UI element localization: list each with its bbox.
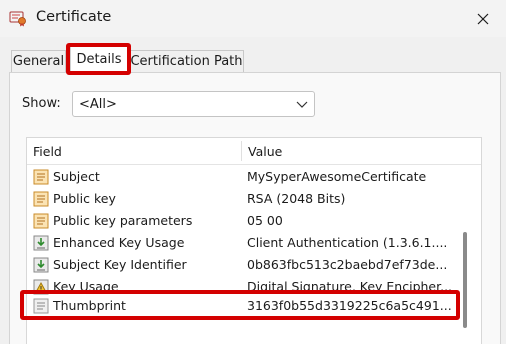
field-value: MySyperAwesomeCertificate — [247, 169, 427, 184]
column-header-field[interactable]: Field — [33, 144, 62, 159]
field-value: 05 00 — [247, 213, 283, 228]
tab-general[interactable]: General — [11, 50, 66, 73]
field-name: Public key — [53, 191, 116, 206]
details-tab-highlight — [66, 43, 131, 75]
show-dropdown[interactable]: <All> — [72, 91, 315, 117]
close-button[interactable] — [460, 0, 506, 37]
cert-field-icon — [33, 191, 49, 207]
field-name: Enhanced Key Usage — [53, 235, 185, 250]
show-label: Show: — [22, 96, 61, 111]
close-icon — [477, 13, 489, 24]
certificate-app-icon — [9, 11, 26, 27]
column-divider[interactable] — [241, 141, 242, 161]
field-value: RSA (2048 Bits) — [247, 191, 346, 206]
field-name: Subject — [53, 169, 100, 184]
field-value: Client Authentication (1.3.6.1.... — [247, 235, 448, 250]
chevron-down-icon — [296, 101, 308, 108]
vertical-scrollbar-thumb[interactable] — [463, 232, 467, 328]
tab-certification-path[interactable]: Certification Path — [129, 50, 244, 73]
cert-field-icon — [33, 169, 49, 185]
show-selected-value: <All> — [79, 97, 117, 112]
thumbprint-row-highlight — [20, 290, 460, 320]
field-name: Public key parameters — [53, 213, 193, 228]
table-row[interactable]: Subject MySyperAwesomeCertificate — [27, 166, 467, 188]
column-header-value[interactable]: Value — [248, 144, 282, 159]
title-bar: Certificate — [0, 0, 506, 37]
extension-icon — [33, 235, 49, 251]
list-header: Field Value — [27, 138, 481, 165]
extension-icon — [33, 257, 49, 273]
field-name: Subject Key Identifier — [53, 257, 187, 272]
table-row[interactable]: Public key RSA (2048 Bits) — [27, 188, 467, 210]
field-value: 0b863fbc513c2baebd7ef73de... — [247, 257, 448, 272]
window-title: Certificate — [36, 9, 112, 25]
cert-field-icon — [33, 213, 49, 229]
table-row[interactable]: Public key parameters 05 00 — [27, 210, 467, 232]
table-row[interactable]: Enhanced Key Usage Client Authentication… — [27, 232, 467, 254]
table-row[interactable]: Subject Key Identifier 0b863fbc513c2baeb… — [27, 254, 467, 276]
